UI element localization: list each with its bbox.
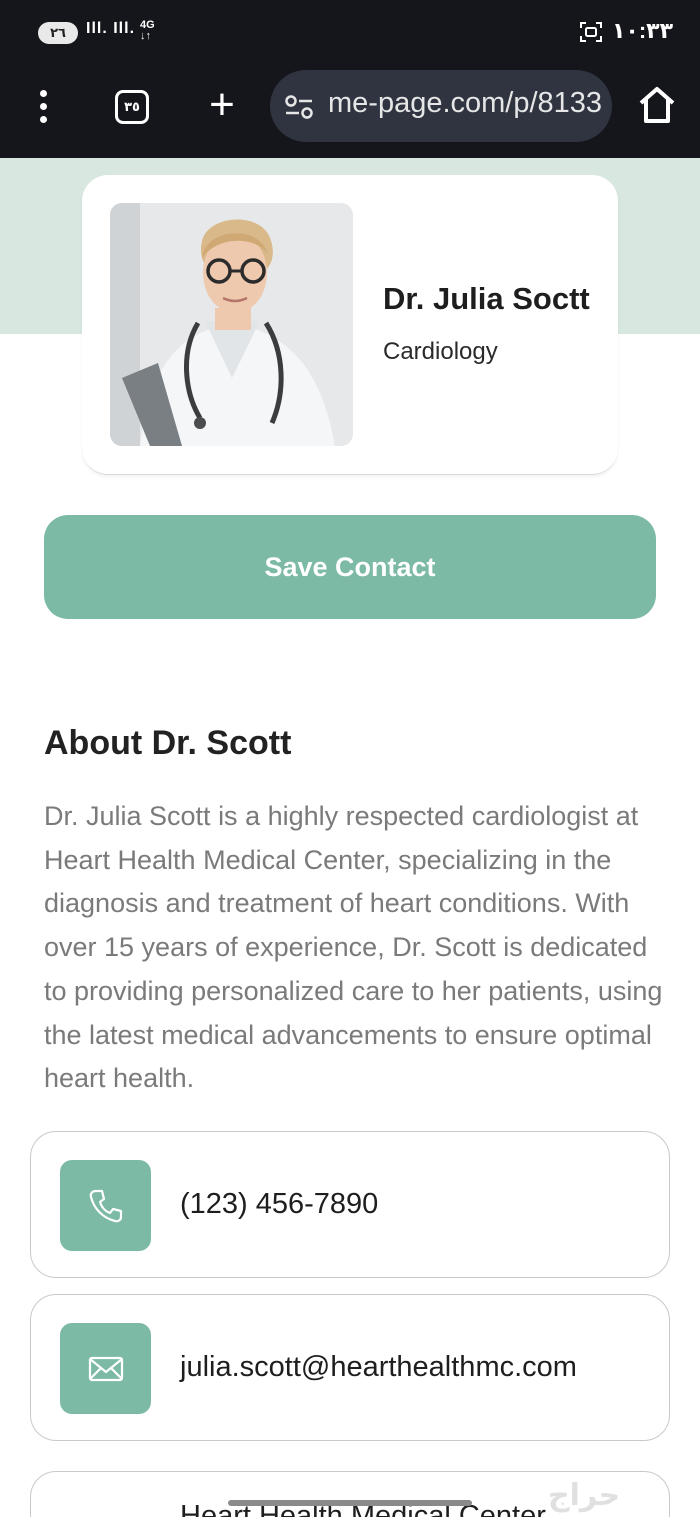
site-settings-icon[interactable] [284, 94, 314, 120]
mail-icon [60, 1323, 151, 1414]
phone-number: (123) 456-7890 [180, 1188, 379, 1220]
phone-icon [60, 1160, 151, 1251]
plus-icon[interactable]: + [202, 83, 242, 127]
email-card[interactable]: julia.scott@hearthealthmc.com [30, 1294, 670, 1441]
browser-toolbar: ٣٥ + me-page.com/p/8133 [0, 68, 700, 144]
address-bar[interactable]: me-page.com/p/8133 [270, 70, 612, 142]
save-contact-button[interactable]: Save Contact [44, 515, 656, 619]
email-address: julia.scott@hearthealthmc.com [180, 1351, 577, 1383]
url-text: me-page.com/p/8133 [328, 87, 603, 119]
page: ٢٦ Ill. Ill. 4G ↓↑ ١٠:٣٣ ٣٥ + me-page.co… [0, 0, 700, 1517]
phone-card[interactable]: (123) 456-7890 [30, 1131, 670, 1278]
clock: ١٠:٣٣ [612, 18, 674, 43]
screen-record-icon [580, 22, 602, 42]
doctor-specialty: Cardiology [383, 338, 498, 365]
doctor-photo [110, 203, 353, 446]
network-type: 4G ↓↑ [140, 19, 155, 42]
browser-chrome: ٢٦ Ill. Ill. 4G ↓↑ ١٠:٣٣ ٣٥ + me-page.co… [0, 0, 700, 158]
doctor-name: Dr. Julia Soctt [383, 281, 590, 316]
gesture-bar[interactable] [228, 1500, 472, 1506]
status-bar: ٢٦ Ill. Ill. 4G ↓↑ ١٠:٣٣ [0, 0, 700, 62]
tabs-icon[interactable]: ٣٥ [115, 90, 149, 124]
signal-icon: Ill. Ill. [86, 20, 136, 37]
home-icon[interactable] [636, 84, 678, 126]
watermark: حراج [548, 1479, 621, 1512]
about-title: About Dr. Scott [44, 724, 292, 762]
kebab-menu-icon[interactable] [28, 82, 60, 130]
battery-indicator: ٢٦ [38, 22, 78, 44]
profile-card: Dr. Julia Soctt Cardiology [82, 175, 618, 475]
about-text: Dr. Julia Scott is a highly respected ca… [44, 801, 663, 1094]
